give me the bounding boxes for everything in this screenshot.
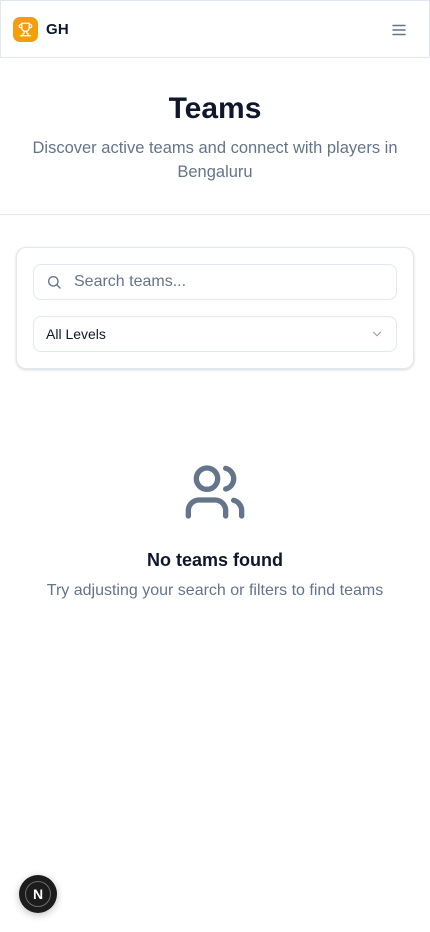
dev-badge-letter: N (32, 886, 44, 902)
level-select-value: All Levels (46, 326, 106, 342)
page-subtitle: Discover active teams and connect with p… (32, 139, 398, 181)
dev-tools-badge[interactable]: N (19, 875, 57, 913)
top-navbar: GH (0, 0, 430, 58)
search-icon (46, 274, 62, 290)
brand-name[interactable]: GH (46, 21, 69, 38)
search-field[interactable] (33, 264, 397, 300)
trophy-icon[interactable] (13, 16, 38, 42)
empty-state-message: Try adjusting your search or filters to … (46, 582, 384, 599)
page-hero: Teams Discover active teams and connect … (0, 58, 430, 215)
app-root: GH Teams Discover active teams and conne… (0, 0, 430, 932)
menu-button[interactable] (389, 19, 409, 41)
hamburger-menu-icon (392, 24, 406, 36)
chevron-down-icon (370, 327, 384, 341)
users-icon (183, 460, 247, 524)
empty-state-title: No teams found (146, 550, 283, 570)
level-select[interactable]: All Levels (33, 316, 397, 352)
filter-card: All Levels (16, 247, 414, 369)
n-logo-icon: N (25, 881, 51, 907)
empty-state: No teams found Try adjusting your search… (0, 460, 430, 603)
search-input[interactable] (74, 273, 374, 291)
page-title: Teams (168, 92, 262, 125)
